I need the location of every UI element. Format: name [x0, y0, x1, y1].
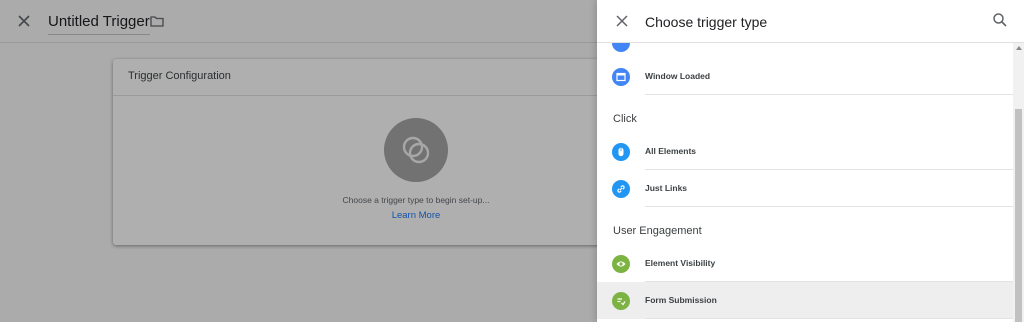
divider	[645, 318, 1013, 319]
trigger-item-label: Just Links	[645, 183, 688, 193]
close-icon[interactable]	[614, 13, 630, 29]
trigger-item-label: Element Visibility	[645, 258, 716, 268]
trigger-item-label: All Elements	[645, 146, 697, 156]
trigger-item-label: Form Submission	[645, 295, 717, 305]
trigger-item-window-loaded[interactable]: Window Loaded	[597, 58, 1013, 95]
panel-scrollbar[interactable]	[1013, 43, 1024, 322]
mouse-icon	[612, 143, 630, 161]
scroll-up-arrow-icon[interactable]	[1016, 46, 1022, 50]
section-user-engagement: User Engagement	[613, 225, 702, 237]
scrollbar-thumb[interactable]	[1015, 109, 1022, 322]
panel-title: Choose trigger type	[645, 14, 768, 30]
search-icon[interactable]	[992, 12, 1008, 28]
eye-icon	[612, 255, 630, 273]
panel-header: Choose trigger type	[597, 0, 1024, 43]
trigger-item-form-submission[interactable]: Form Submission	[597, 282, 1013, 319]
trigger-item-just-links[interactable]: Just Links	[597, 170, 1013, 207]
trigger-item-all-elements[interactable]: All Elements	[597, 133, 1013, 170]
form-icon	[612, 292, 630, 310]
divider	[645, 94, 1013, 95]
choose-trigger-type-panel: Choose trigger type Window Loaded Click …	[597, 0, 1024, 322]
trigger-item-label: Window Loaded	[645, 71, 711, 81]
divider	[645, 206, 1013, 207]
overlay-scrim[interactable]	[0, 0, 597, 322]
trigger-type-list: Window Loaded Click All Elements Just Li…	[597, 43, 1013, 322]
cut-off-item-icon	[612, 43, 630, 52]
trigger-item-element-visibility[interactable]: Element Visibility	[597, 245, 1013, 282]
section-click: Click	[613, 113, 637, 125]
link-icon	[612, 180, 630, 198]
window-icon	[612, 68, 630, 86]
